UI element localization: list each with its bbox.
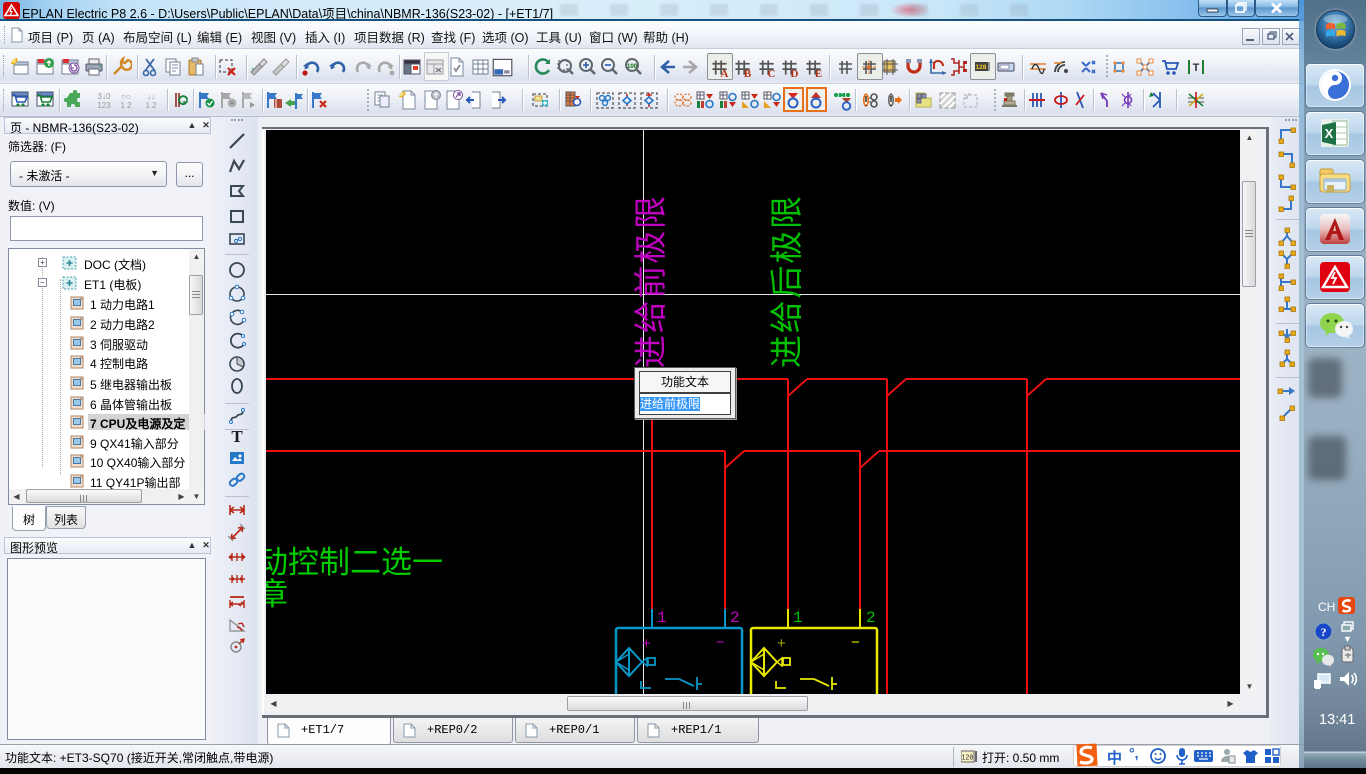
svg-text:2: 2 bbox=[866, 609, 876, 627]
svg-text:3↓0: 3↓0 bbox=[98, 92, 111, 101]
svg-text:A: A bbox=[721, 68, 729, 79]
svg-text:128: 128 bbox=[962, 755, 974, 762]
svg-text:−: − bbox=[716, 634, 725, 651]
svg-text:2: 2 bbox=[730, 609, 740, 627]
svg-text:C: C bbox=[768, 68, 776, 79]
svg-text:T: T bbox=[231, 427, 243, 446]
svg-text:128: 128 bbox=[976, 64, 987, 71]
svg-text:123: 123 bbox=[97, 101, 111, 110]
svg-text:动控制二选一: 动控制二选一 bbox=[266, 545, 443, 580]
svg-text:1 2: 1 2 bbox=[145, 101, 157, 110]
svg-text:进给前极限: 进给前极限 bbox=[632, 196, 669, 368]
svg-text:B: B bbox=[744, 68, 751, 79]
svg-text:1 2: 1 2 bbox=[120, 101, 132, 110]
svg-text:X: X bbox=[1325, 126, 1334, 141]
svg-text:E: E bbox=[815, 68, 822, 79]
svg-text:1: 1 bbox=[657, 609, 667, 627]
svg-text:↓↓: ↓↓ bbox=[147, 92, 155, 101]
svg-text:+: + bbox=[777, 635, 786, 652]
svg-text:1: 1 bbox=[793, 609, 803, 627]
svg-text:?: ? bbox=[1321, 625, 1327, 639]
svg-text:○○: ○○ bbox=[121, 92, 131, 101]
svg-text:章: 章 bbox=[266, 577, 288, 612]
svg-text:进给后极限: 进给后极限 bbox=[768, 196, 805, 368]
svg-text:−: − bbox=[851, 634, 860, 651]
svg-text:100: 100 bbox=[627, 64, 638, 70]
svg-text:+: + bbox=[642, 635, 651, 652]
svg-text:D: D bbox=[791, 68, 799, 79]
svg-text:T: T bbox=[1193, 62, 1200, 74]
